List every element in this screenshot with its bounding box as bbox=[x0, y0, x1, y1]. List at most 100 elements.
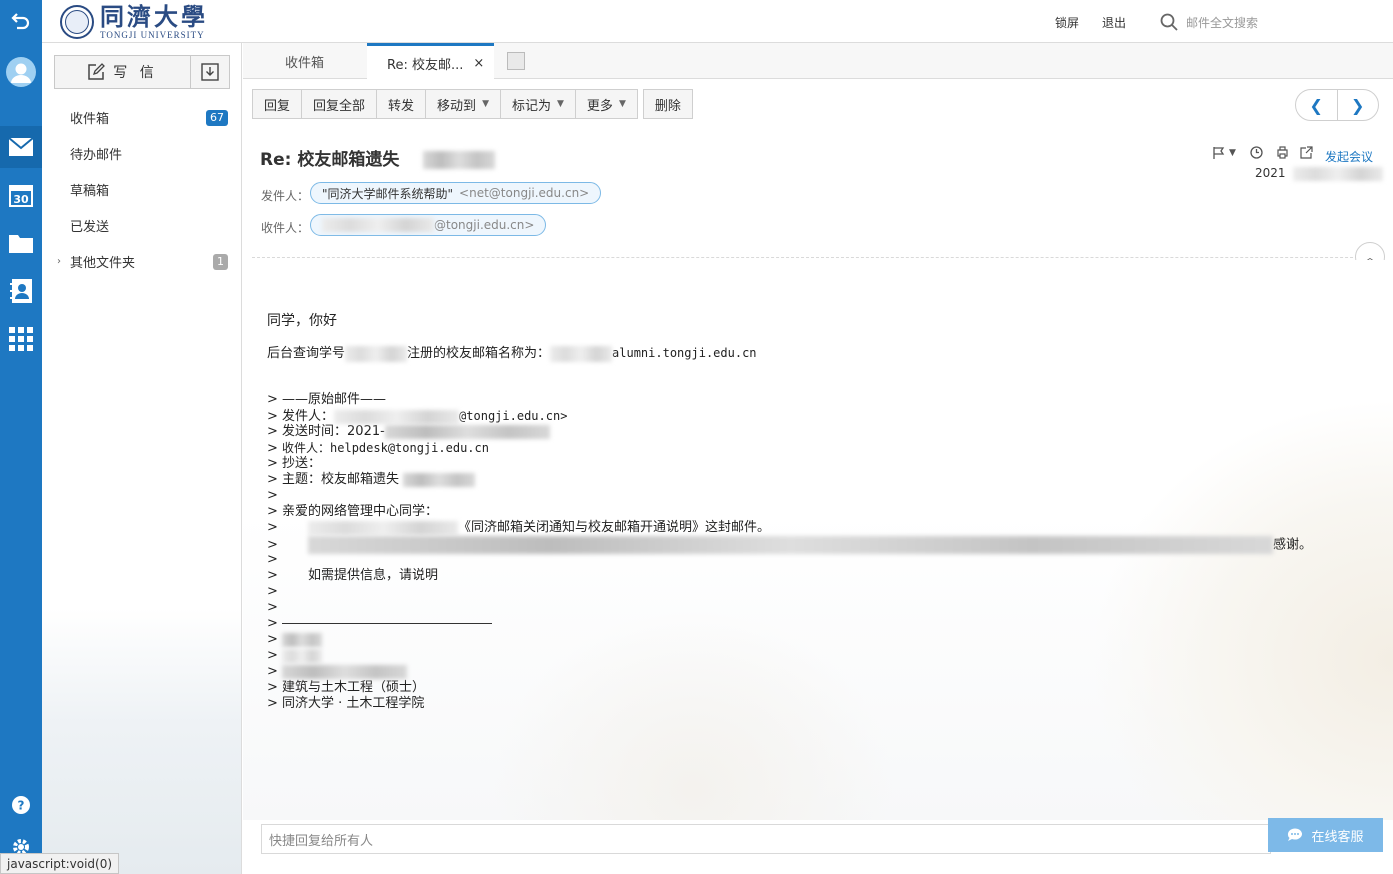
folder-todo[interactable]: 待办邮件 bbox=[42, 135, 242, 171]
message-date: 2021 bbox=[1255, 166, 1384, 181]
tab-message[interactable]: Re: 校友邮... × bbox=[367, 43, 494, 80]
from-label: 发件人： bbox=[261, 189, 310, 203]
quick-reply-input[interactable]: 快捷回复给所有人 bbox=[261, 824, 1271, 854]
more-button[interactable]: 更多 ▼ bbox=[574, 89, 638, 119]
quote-cc: 抄送： bbox=[282, 456, 322, 471]
app-rail: 30 ? bbox=[0, 0, 42, 874]
mark-as-label: 标记为 bbox=[511, 98, 551, 114]
online-service-label: 在线客服 bbox=[1311, 829, 1364, 845]
reply-all-button[interactable]: 回复全部 bbox=[301, 89, 378, 119]
folder-sent[interactable]: 已发送 bbox=[42, 207, 242, 243]
sender-chip[interactable]: "同济大学邮件系统帮助" <net@tongji.edu.cn> bbox=[310, 182, 602, 204]
quote-dear: 亲爱的网络管理中心同学： bbox=[282, 504, 439, 519]
print-icon[interactable] bbox=[1276, 146, 1289, 159]
search-icon[interactable] bbox=[1160, 13, 1178, 31]
message-subject: Re: 校友邮箱遗失 bbox=[260, 145, 496, 170]
redacted-text bbox=[1293, 166, 1384, 181]
folder-label: 收件箱 bbox=[70, 111, 110, 127]
reply-button[interactable]: 回复 bbox=[252, 89, 303, 119]
quote-info: 如需提供信息，请说明 bbox=[308, 568, 439, 583]
sender-email: <net@tongji.edu.cn> bbox=[459, 186, 590, 200]
more-label: 更多 bbox=[586, 98, 613, 114]
reply-all-label: 回复全部 bbox=[313, 98, 366, 114]
chevron-down-icon: ▼ bbox=[482, 99, 489, 109]
logo-cn-text: 同濟大學 bbox=[100, 2, 208, 31]
flag-action[interactable]: ▼ bbox=[1212, 146, 1236, 160]
redacted-text bbox=[345, 345, 408, 362]
quote-notice: 《同济邮箱关闭通知与校友邮箱开通说明》这封邮件。 bbox=[458, 520, 771, 535]
message-toolbar: 回复 回复全部 转发 移动到 ▼ 标记为 ▼ 更多 ▼ 删除 bbox=[252, 89, 693, 119]
redacted-text bbox=[322, 218, 434, 232]
tab-bar: 收件箱 Re: 校友邮... × bbox=[243, 43, 1393, 80]
reply-label: 回复 bbox=[264, 98, 291, 114]
signature-school: 同济大学 · 土木工程学院 bbox=[282, 696, 425, 711]
flag-icon[interactable] bbox=[1212, 146, 1226, 160]
help-icon[interactable]: ? bbox=[0, 784, 42, 826]
chevron-down-icon: ▼ bbox=[1229, 148, 1236, 158]
folder-label: 已发送 bbox=[70, 219, 110, 235]
online-service-button[interactable]: 在线客服 bbox=[1268, 818, 1383, 852]
redacted-text bbox=[423, 151, 496, 169]
quote-from: 发件人： bbox=[282, 409, 335, 424]
previous-message-button[interactable]: ❮ bbox=[1296, 90, 1338, 120]
avatar[interactable] bbox=[0, 50, 42, 94]
greeting-text: 同学，你好 bbox=[267, 313, 337, 329]
chat-bubble-icon bbox=[1288, 828, 1303, 841]
redacted-text bbox=[334, 409, 460, 424]
apps-grid-icon[interactable] bbox=[0, 318, 42, 360]
answer-prefix: 后台查询学号 bbox=[267, 346, 346, 361]
recipient-chip[interactable]: @tongji.edu.cn> bbox=[310, 214, 547, 236]
back-icon[interactable] bbox=[0, 0, 42, 42]
close-icon[interactable]: × bbox=[473, 56, 484, 71]
tab-inbox[interactable]: 收件箱 bbox=[243, 43, 366, 79]
receive-mail-button[interactable] bbox=[191, 56, 229, 88]
delete-button[interactable]: 删除 bbox=[642, 89, 693, 119]
forward-label: 转发 bbox=[388, 98, 415, 114]
folder-inbox[interactable]: 收件箱 67 bbox=[42, 99, 242, 135]
folder-label: 待办邮件 bbox=[70, 147, 123, 163]
compose-group: 写 信 bbox=[54, 55, 230, 89]
logout-link[interactable]: 退出 bbox=[1102, 14, 1126, 31]
calendar-icon[interactable]: 30 bbox=[0, 174, 42, 216]
redacted-text bbox=[282, 632, 323, 647]
folder-sidebar: 写 信 收件箱 67 待办邮件 草稿箱 已发送 › 其他文件夹 1 bbox=[42, 43, 242, 874]
start-meeting-link[interactable]: 发起会议 bbox=[1325, 148, 1373, 165]
mark-as-button[interactable]: 标记为 ▼ bbox=[499, 89, 576, 119]
move-to-button[interactable]: 移动到 ▼ bbox=[425, 89, 501, 119]
redacted-text bbox=[308, 536, 1274, 554]
chevron-left-icon: ❮ bbox=[1309, 95, 1323, 115]
forward-button[interactable]: 转发 bbox=[376, 89, 427, 119]
subject-text: Re: 校友邮箱遗失 bbox=[260, 150, 400, 170]
university-logo: 同濟大學 TONGJI UNIVERSITY bbox=[60, 4, 208, 40]
folder-label: 草稿箱 bbox=[70, 183, 110, 199]
recipient-email: @tongji.edu.cn> bbox=[434, 218, 535, 232]
search-box[interactable]: 邮件全文搜索 bbox=[1160, 11, 1380, 33]
date-text: 2021 bbox=[1255, 166, 1286, 180]
lock-screen-link[interactable]: 锁屏 bbox=[1055, 14, 1079, 31]
folder-other[interactable]: › 其他文件夹 1 bbox=[42, 243, 242, 279]
redacted-text bbox=[282, 648, 323, 663]
tab-label: 收件箱 bbox=[284, 55, 324, 71]
chevron-right-icon: ❯ bbox=[1351, 95, 1365, 115]
next-message-button[interactable]: ❯ bbox=[1338, 90, 1379, 120]
folder-label: 其他文件夹 bbox=[70, 255, 136, 271]
close-all-tabs-icon[interactable] bbox=[507, 52, 525, 70]
download-icon bbox=[201, 63, 219, 81]
svg-text:30: 30 bbox=[13, 193, 29, 206]
quote-header: ——原始邮件—— bbox=[282, 392, 387, 407]
contacts-icon[interactable] bbox=[0, 270, 42, 312]
chevron-right-icon[interactable]: › bbox=[57, 256, 61, 267]
quote-from-tail: @tongji.edu.cn> bbox=[459, 409, 568, 423]
tab-label: Re: 校友邮... bbox=[387, 57, 464, 73]
clock-icon[interactable] bbox=[1250, 146, 1263, 159]
sender-name: "同济大学邮件系统帮助" bbox=[322, 186, 454, 201]
folder-drafts[interactable]: 草稿箱 bbox=[42, 171, 242, 207]
quoted-message: > ——原始邮件—— > 发件人： @tongji.edu.cn> > 发送时间：… bbox=[267, 392, 1313, 711]
to-label: 收件人： bbox=[261, 221, 310, 235]
mail-icon[interactable] bbox=[0, 126, 42, 168]
signature-divider bbox=[282, 623, 493, 624]
folder-icon[interactable] bbox=[0, 222, 42, 264]
compose-button[interactable]: 写 信 bbox=[55, 56, 191, 88]
new-window-icon[interactable] bbox=[1300, 146, 1313, 159]
search-input[interactable]: 邮件全文搜索 bbox=[1186, 14, 1258, 31]
